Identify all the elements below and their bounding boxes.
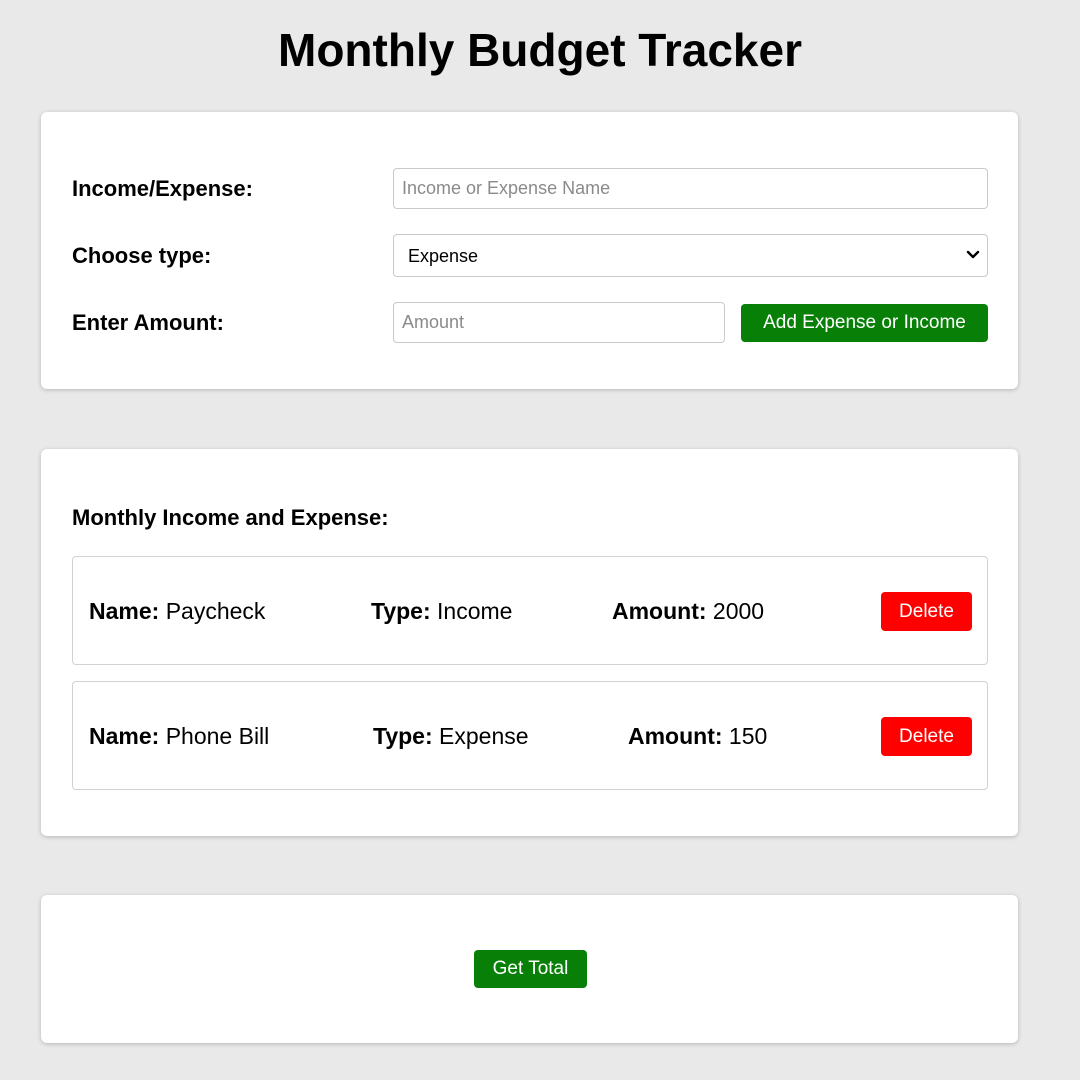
amount-label: Enter Amount: bbox=[72, 310, 224, 335]
entry-name: Name: Paycheck bbox=[89, 597, 265, 625]
entry-type-key: Type: bbox=[371, 598, 431, 624]
list-item: Name: Paycheck Type: Income Amount: 2000… bbox=[72, 556, 988, 665]
list-heading: Monthly Income and Expense: bbox=[72, 505, 389, 530]
entries-list-card: Monthly Income and Expense: Name: Payche… bbox=[41, 449, 1018, 836]
name-input[interactable] bbox=[393, 168, 988, 209]
entry-type-value: Expense bbox=[439, 723, 529, 749]
name-label: Income/Expense: bbox=[72, 176, 253, 201]
type-label: Choose type: bbox=[72, 243, 212, 268]
total-card: Get Total bbox=[41, 895, 1018, 1043]
list-item: Name: Phone Bill Type: Expense Amount: 1… bbox=[72, 681, 988, 790]
entry-type: Type: Income bbox=[371, 597, 512, 625]
get-total-button[interactable]: Get Total bbox=[474, 950, 587, 988]
entry-name-key: Name: bbox=[89, 598, 160, 624]
entry-name: Name: Phone Bill bbox=[89, 722, 269, 750]
delete-button[interactable]: Delete bbox=[881, 717, 972, 756]
entry-amount: Amount: 2000 bbox=[612, 597, 764, 625]
page-title: Monthly Budget Tracker bbox=[278, 24, 802, 76]
entry-name-value: Paycheck bbox=[165, 598, 266, 624]
entry-name-value: Phone Bill bbox=[165, 723, 270, 749]
delete-button[interactable]: Delete bbox=[881, 592, 972, 631]
entry-type: Type: Expense bbox=[373, 722, 529, 750]
entry-form-card: Income/Expense: Choose type: Expense Ent… bbox=[41, 112, 1018, 389]
entry-type-value: Income bbox=[437, 598, 513, 624]
entry-amount-value: 2000 bbox=[712, 598, 765, 624]
entry-amount-key: Amount: bbox=[628, 723, 723, 749]
entry-amount: Amount: 150 bbox=[628, 722, 767, 750]
entry-amount-value: 150 bbox=[728, 723, 768, 749]
entry-amount-key: Amount: bbox=[612, 598, 707, 624]
entry-type-key: Type: bbox=[373, 723, 433, 749]
amount-input[interactable] bbox=[393, 302, 725, 343]
entry-name-key: Name: bbox=[89, 723, 160, 749]
add-expense-income-button[interactable]: Add Expense or Income bbox=[741, 304, 988, 342]
type-select[interactable]: Expense bbox=[393, 234, 988, 277]
